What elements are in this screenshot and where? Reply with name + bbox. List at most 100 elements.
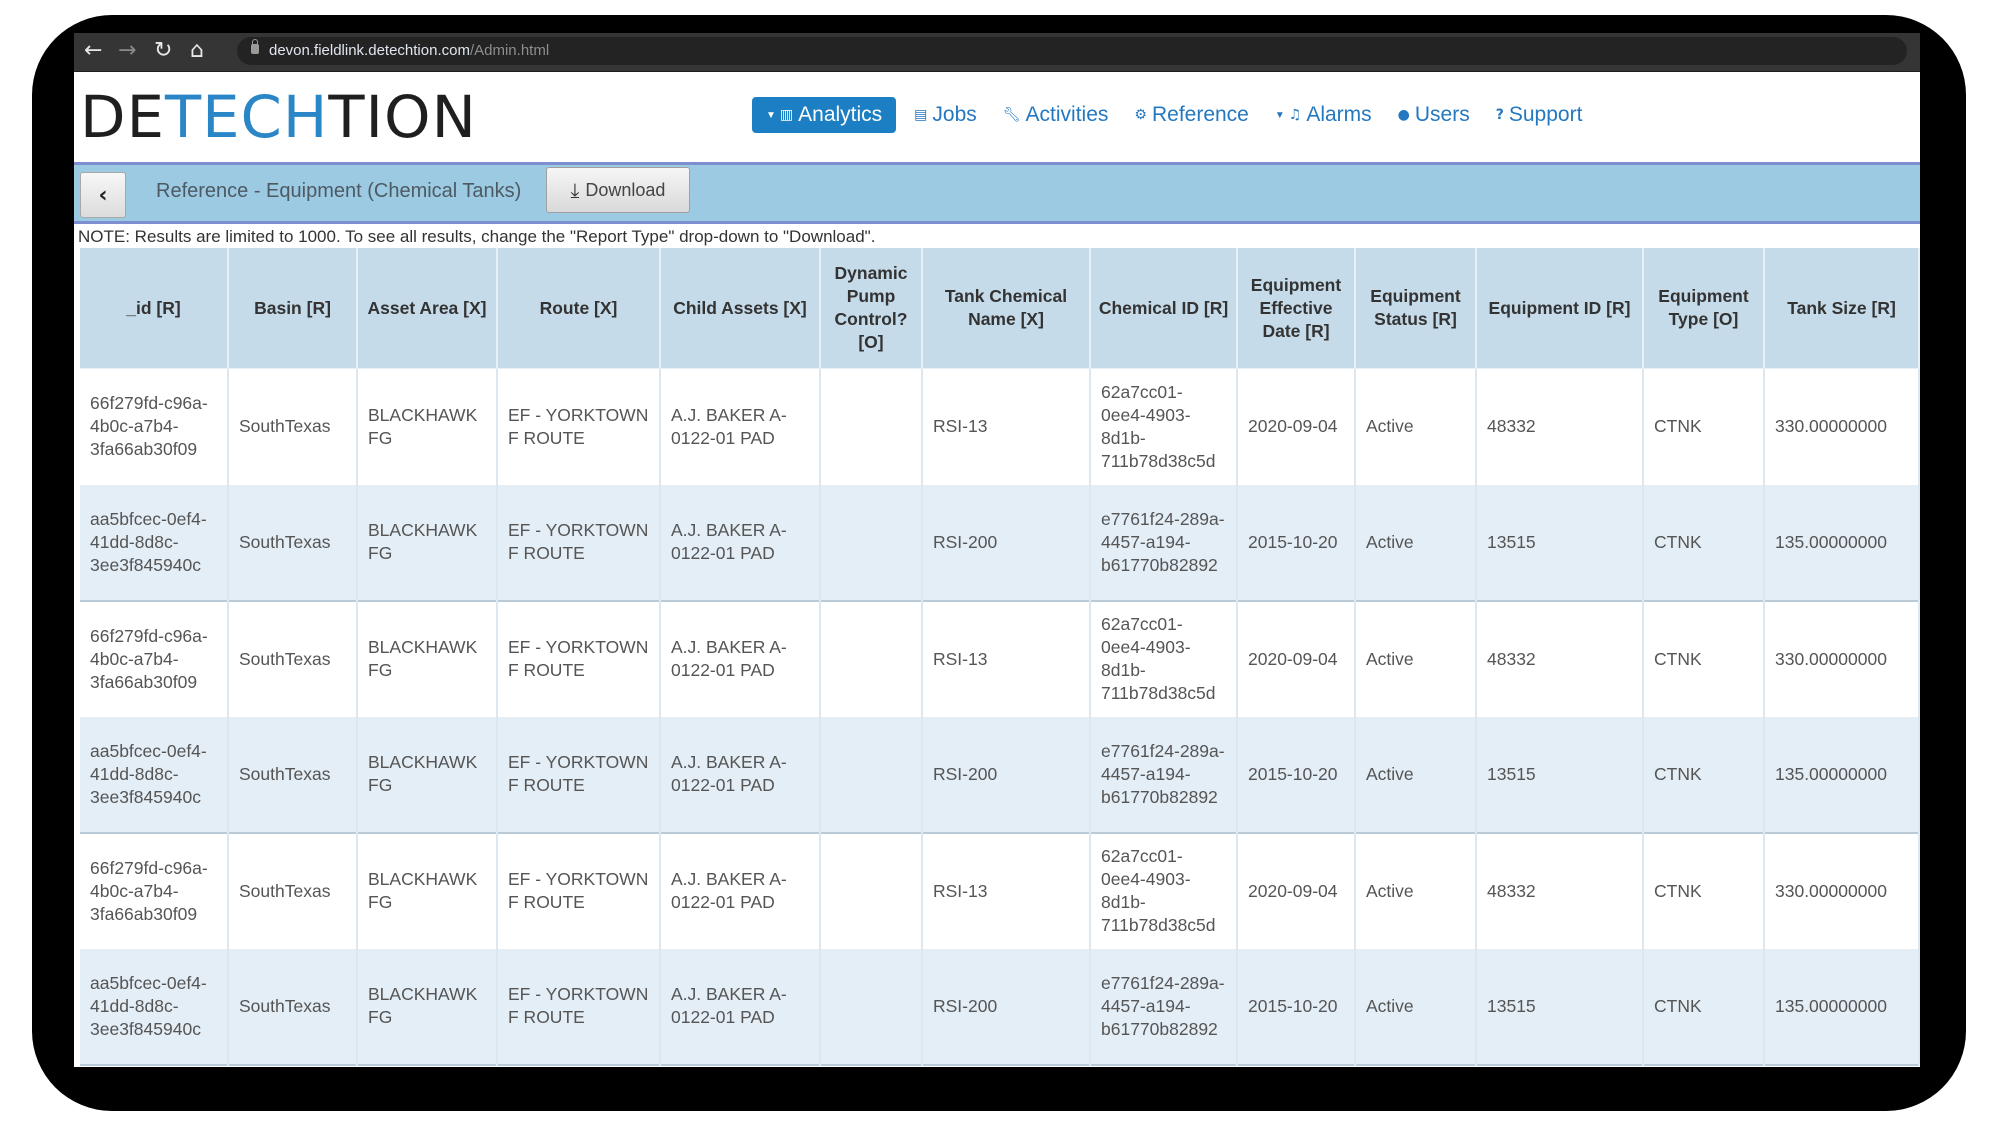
nav-label: Alarms — [1306, 103, 1372, 126]
table-cell: BLACKHAWK FG — [357, 948, 498, 1065]
table-cell: A.J. BAKER A-0122-01 PAD — [660, 484, 821, 601]
detechtion-logo[interactable]: DETECHTION — [80, 82, 477, 152]
results-limit-note: NOTE: Results are limited to 1000. To se… — [78, 227, 876, 246]
table-cell — [820, 948, 923, 1065]
table-cell: aa5bfcec-0ef4-41dd-8d8c-3ee3f845940c — [80, 484, 229, 601]
nav-label: Reference — [1151, 103, 1249, 126]
url-path: /Admin.html — [469, 42, 550, 59]
table-cell: e7761f24-289a-4457-a194-b61770b82892 — [1090, 948, 1238, 1065]
table-row[interactable]: 66f279fd-c96a-4b0c-a7b4-3fa66ab30f09 Sout… — [80, 832, 1920, 949]
table-cell: EF - YORKTOWN F ROUTE — [497, 600, 661, 717]
table-cell — [820, 368, 923, 485]
column-header[interactable]: Equipment Type [O] — [1643, 248, 1765, 369]
table-cell: 48332 — [1476, 832, 1644, 949]
table-row[interactable]: 66f279fd-c96a-4b0c-a7b4-3fa66ab30f09 Sout… — [80, 368, 1920, 485]
table-cell: 13515 — [1476, 716, 1644, 833]
main-nav: ▼ ▥ Analytics ▤ Jobs 🔧︎ Activities ⚙ Ref… — [752, 97, 1608, 133]
column-header[interactable]: Tank Size [R] — [1764, 248, 1920, 369]
table-cell: aa5bfcec-0ef4-41dd-8d8c-3ee3f845940c — [80, 948, 229, 1065]
clipboard-icon: ▤ — [914, 107, 928, 123]
table-cell: 330.00000000 — [1764, 600, 1920, 717]
column-header[interactable]: _id [R] — [80, 248, 229, 369]
table-cell: 2015-10-20 — [1237, 948, 1356, 1065]
table-cell: 66f279fd-c96a-4b0c-a7b4-3fa66ab30f09 — [80, 832, 229, 949]
table-cell: 62a7cc01-0ee4-4903-8d1b-711b78d38c5d — [1090, 832, 1238, 949]
table-cell: 62a7cc01-0ee4-4903-8d1b-711b78d38c5d — [1090, 368, 1238, 485]
table-cell: A.J. BAKER A-0122-01 PAD — [660, 832, 821, 949]
column-header[interactable]: Route [X] — [497, 248, 661, 369]
question-icon: ? — [1495, 107, 1504, 123]
table-cell: BLACKHAWK FG — [357, 484, 498, 601]
url-host: devon.fieldlink.detechtion.com — [269, 42, 470, 59]
table-cell: BLACKHAWK FG — [357, 832, 498, 949]
table-cell: Active — [1355, 832, 1477, 949]
nav-item-analytics[interactable]: ▼ ▥ Analytics — [752, 97, 897, 133]
download-icon: ⤓ — [570, 178, 580, 202]
table-header-row: _id [R] Basin [R] Asset Area [X] Route [X] C… — [80, 248, 1920, 369]
caret-down-icon: ▼ — [766, 109, 776, 121]
table-cell: BLACKHAWK FG — [357, 716, 498, 833]
table-cell: 2015-10-20 — [1237, 716, 1356, 833]
column-header[interactable]: Equipment Status [R] — [1355, 248, 1477, 369]
table-row[interactable]: aa5bfcec-0ef4-41dd-8d8c-3ee3f845940c Sout… — [80, 484, 1920, 601]
nav-item-jobs[interactable]: ▤ Jobs — [914, 103, 977, 127]
table-cell: Active — [1355, 716, 1477, 833]
equipment-table: _id [R] Basin [R] Asset Area [X] Route [X] C… — [80, 248, 1920, 1066]
nav-item-reference[interactable]: ⚙ Reference — [1134, 103, 1248, 127]
table-cell: Active — [1355, 484, 1477, 601]
arrow-right-icon[interactable]: → — [118, 37, 136, 65]
table-row[interactable]: aa5bfcec-0ef4-41dd-8d8c-3ee3f845940c Sout… — [80, 716, 1920, 833]
bell-icon: ♫ — [1288, 107, 1302, 123]
nav-item-alarms[interactable]: ▼ ♫ Alarms — [1275, 103, 1372, 127]
table-cell: EF - YORKTOWN F ROUTE — [497, 368, 661, 485]
column-header[interactable]: Dynamic Pump Control? [O] — [820, 248, 923, 369]
column-header[interactable]: Equipment Effective Date [R] — [1237, 248, 1356, 369]
download-button[interactable]: ⤓ Download — [546, 167, 690, 213]
table-cell: RSI-200 — [922, 948, 1091, 1065]
arrow-left-icon[interactable]: ← — [84, 37, 102, 65]
column-header[interactable]: Chemical ID [R] — [1090, 248, 1238, 369]
column-header[interactable]: Equipment ID [R] — [1476, 248, 1644, 369]
reload-icon[interactable]: ↻ — [154, 37, 172, 65]
caret-down-icon: ▼ — [1274, 109, 1285, 121]
table-row[interactable]: 66f279fd-c96a-4b0c-a7b4-3fa66ab30f09 Sout… — [80, 600, 1920, 717]
table-row[interactable]: aa5bfcec-0ef4-41dd-8d8c-3ee3f845940c Sout… — [80, 948, 1920, 1065]
table-cell — [820, 716, 923, 833]
table-cell: Active — [1355, 948, 1477, 1065]
table-cell: SouthTexas — [228, 948, 358, 1065]
table-cell: SouthTexas — [228, 600, 358, 717]
column-header[interactable]: Basin [R] — [228, 248, 358, 369]
table-cell: SouthTexas — [228, 484, 358, 601]
table-cell: 48332 — [1476, 368, 1644, 485]
table-cell: RSI-13 — [922, 368, 1091, 485]
table-cell: 135.00000000 — [1764, 948, 1920, 1065]
table-cell: 330.00000000 — [1764, 832, 1920, 949]
table-cell: 2020-09-04 — [1237, 600, 1356, 717]
table-cell: Active — [1355, 600, 1477, 717]
column-header[interactable]: Child Assets [X] — [660, 248, 821, 369]
table-cell: CTNK — [1643, 948, 1765, 1065]
table-cell: SouthTexas — [228, 368, 358, 485]
browser-window: ← → ↻ ⌂ devon.fieldlink.detechtion.com/A… — [74, 33, 1920, 1067]
page-title: Reference - Equipment (Chemical Tanks) — [156, 180, 522, 202]
home-icon[interactable]: ⌂ — [190, 37, 204, 65]
table-cell: CTNK — [1643, 832, 1765, 949]
table-cell: aa5bfcec-0ef4-41dd-8d8c-3ee3f845940c — [80, 716, 229, 833]
table-cell — [820, 484, 923, 601]
table-cell: EF - YORKTOWN F ROUTE — [497, 484, 661, 601]
nav-item-support[interactable]: ? Support — [1496, 103, 1583, 127]
nav-label: Jobs — [932, 103, 977, 126]
column-header[interactable]: Asset Area [X] — [357, 248, 498, 369]
chevron-left-icon: ‹ — [98, 182, 108, 208]
table-cell: A.J. BAKER A-0122-01 PAD — [660, 368, 821, 485]
table-cell: SouthTexas — [228, 832, 358, 949]
nav-item-users[interactable]: ● Users — [1398, 103, 1470, 127]
page-toolbar: ‹ Reference - Equipment (Chemical Tanks)… — [74, 162, 1920, 224]
back-button[interactable]: ‹ — [80, 172, 126, 218]
table-cell: RSI-13 — [922, 832, 1091, 949]
table-cell: 2020-09-04 — [1237, 368, 1356, 485]
column-header[interactable]: Tank Chemical Name [X] — [922, 248, 1091, 369]
url-text: devon.fieldlink.detechtion.com/Admin.htm… — [269, 42, 549, 59]
address-bar[interactable]: devon.fieldlink.detechtion.com/Admin.htm… — [237, 37, 1907, 65]
nav-item-activities[interactable]: 🔧︎ Activities — [1003, 103, 1109, 127]
